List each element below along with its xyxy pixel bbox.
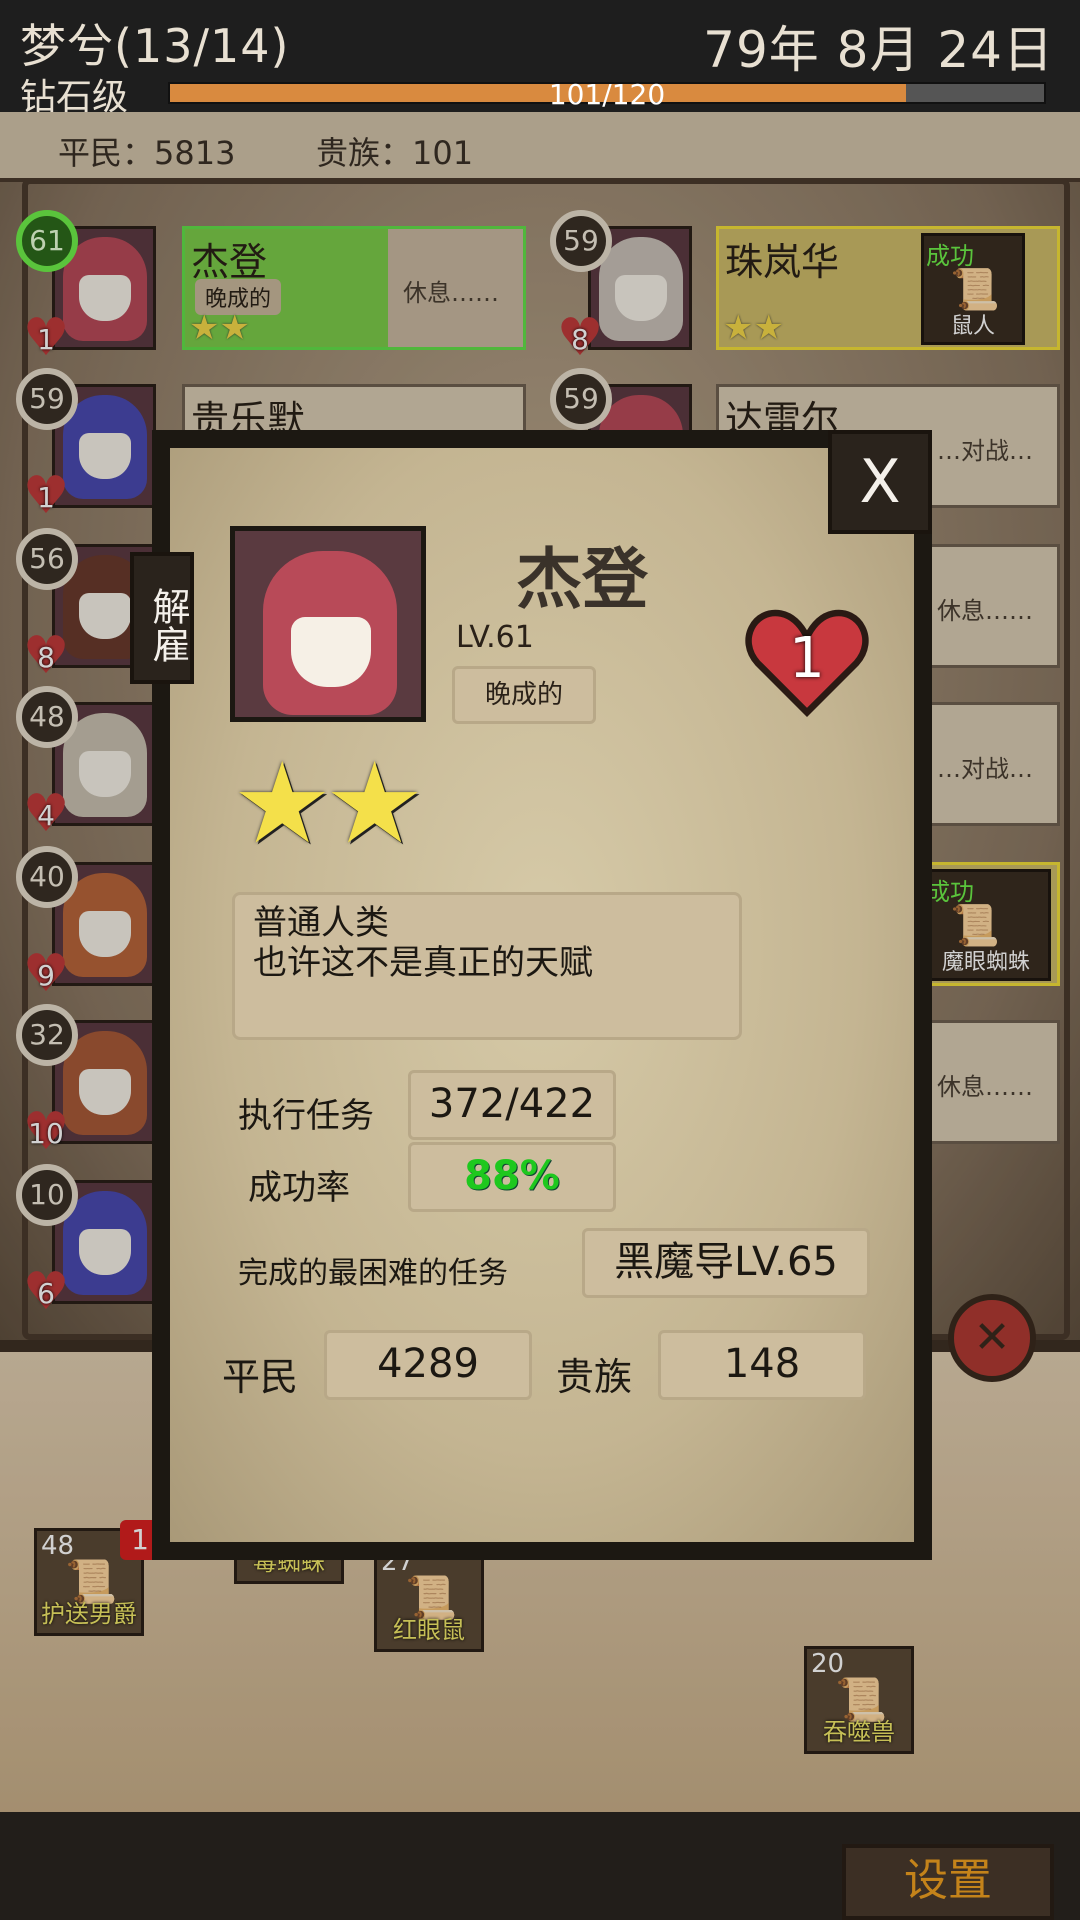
adventurer-portrait-large [230,526,426,722]
adventurer-level: LV.61 [456,620,534,655]
adventurer-trait: 晚成的 [452,666,596,724]
success-rate-value: 88% [464,1153,560,1199]
adventurer-name: 杰登 [516,541,648,618]
adventurer-description: 普通人类 也许这不是真正的天赋 [232,892,742,1040]
experience-bar: 101/120 [168,78,1046,111]
experience-text: 101/120 [548,78,666,111]
game-date: 79年 8月 24日 [703,21,1054,79]
hardest-mission-value: 黑魔导LV.65 [582,1228,870,1298]
adventurer-detail-dialog: X 解雇 杰登 LV.61 晚成的 1 ★★ 普通人类 也许这不是真正的天赋 执… [130,430,932,1560]
description-line: 也许这不是真正的天赋 [253,943,593,983]
description-line: 普通人类 [253,903,389,943]
heart-count: 1 [789,626,825,691]
success-rate-label: 成功率 [248,1168,350,1208]
missions-value: 372/422 [408,1070,616,1140]
close-button[interactable]: X [828,430,932,534]
guild-name: 梦兮(13/14) [20,19,290,73]
nobles-label: 贵族 [556,1355,633,1399]
nobles-value: 148 [658,1330,866,1400]
hardest-mission-label: 完成的最困难的任务 [238,1256,508,1291]
missions-label: 执行任务 [238,1096,374,1136]
commoners-label: 平民 [222,1355,299,1399]
commoners-value: 4289 [324,1330,532,1400]
star-rating: ★★ [232,739,425,869]
portrait-face [291,617,371,687]
dismiss-button[interactable]: 解雇 [130,552,194,684]
success-rate-box: 88% [408,1142,616,1212]
